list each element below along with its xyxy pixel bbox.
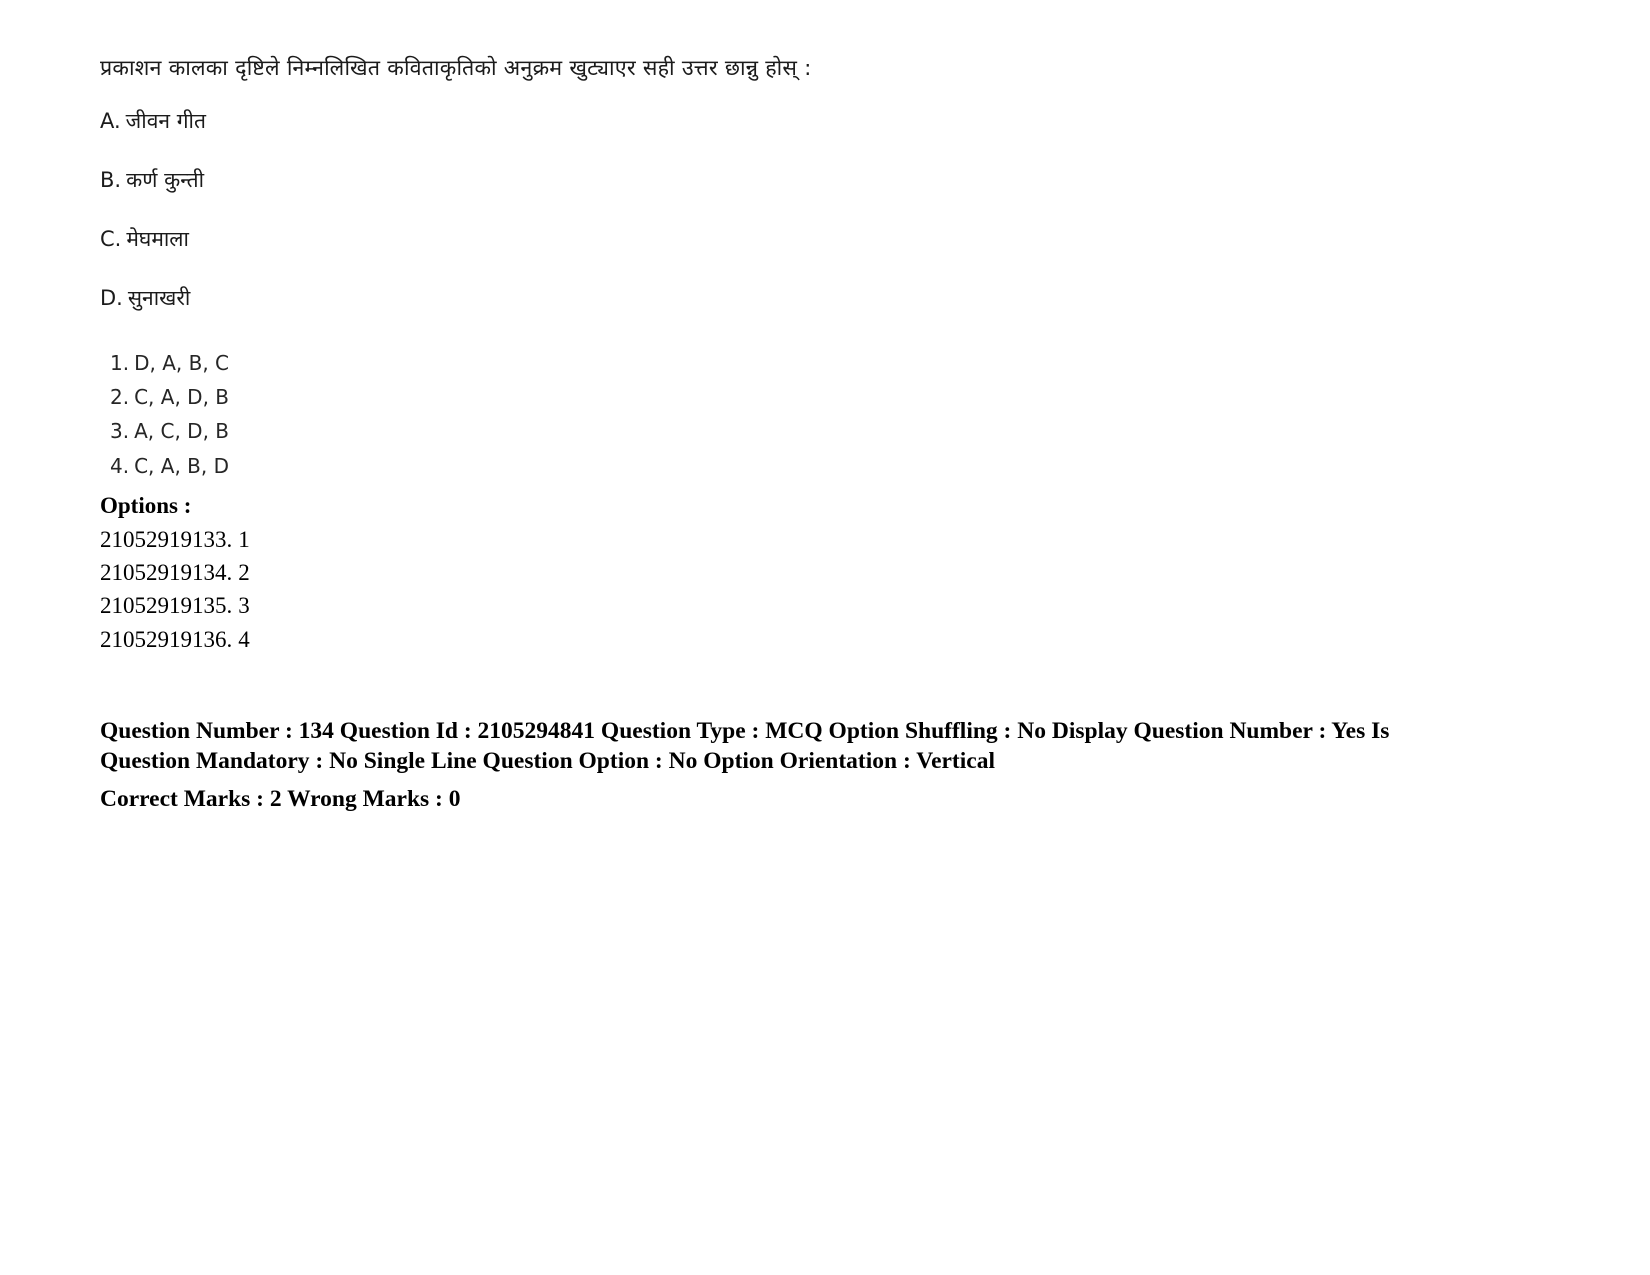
answer-choice-number-1: 1. — [110, 350, 130, 375]
answer-choice-4[interactable]: 4. C, A, B, D — [110, 449, 1550, 483]
statement-text-d: सुनाखरी — [127, 286, 191, 311]
option-id-3: 21052919135. — [100, 593, 233, 619]
option-id-list: 21052919133. 1 21052919134. 2 21052919135.… — [100, 523, 1550, 656]
answer-choice-3[interactable]: 3. A, C, D, B — [110, 414, 1550, 448]
statement-label-b: B. — [100, 168, 122, 193]
option-id-1: 21052919133. — [100, 526, 233, 552]
answer-choice-2[interactable]: 2. C, A, D, B — [110, 380, 1550, 414]
exam-question-page: प्रकाशन कालका दृष्टिले निम्नलिखित कविताक… — [0, 0, 1650, 1275]
answer-choice-text-1: D, A, B, C — [134, 350, 230, 375]
option-value-4: 4 — [238, 626, 250, 652]
statement-list: A. जीवन गीत B. कर्ण कुन्ती C. मेघमाला D. सुन… — [100, 109, 1550, 312]
statement-item-d: D. सुनाखरी — [100, 286, 1550, 311]
answer-choice-number-2: 2. — [110, 385, 130, 410]
option-id-4: 21052919136. — [100, 626, 233, 652]
answer-choice-text-3: A, C, D, B — [134, 419, 230, 444]
statement-label-d: D. — [100, 286, 123, 311]
answer-choice-text-4: C, A, B, D — [134, 453, 230, 478]
statement-item-b: B. कर्ण कुन्ती — [100, 168, 1550, 193]
option-id-item-4: 21052919136. 4 — [100, 623, 1550, 656]
statement-item-a: A. जीवन गीत — [100, 109, 1550, 134]
statement-label-a: A. — [100, 108, 121, 133]
question-metadata-line: Question Number : 134 Question Id : 2105… — [100, 717, 1390, 774]
question-metadata-block: Question Number : 134 Question Id : 2105… — [100, 716, 1550, 814]
option-value-3: 3 — [238, 593, 250, 619]
question-marks-line: Correct Marks : 2 Wrong Marks : 0 — [100, 786, 461, 813]
statement-item-c: C. मेघमाला — [100, 227, 1550, 252]
option-id-item-1: 21052919133. 1 — [100, 523, 1550, 556]
option-id-2: 21052919134. — [100, 559, 233, 585]
answer-choice-number-3: 3. — [110, 419, 130, 444]
option-id-item-2: 21052919134. 2 — [100, 556, 1550, 589]
options-heading: Options : — [100, 493, 192, 519]
answer-choice-1[interactable]: 1. D, A, B, C — [110, 346, 1550, 380]
option-id-item-3: 21052919135. 3 — [100, 589, 1550, 622]
answer-choice-text-2: C, A, D, B — [134, 385, 230, 410]
question-stem: प्रकाशन कालका दृष्टिले निम्नलिखित कविताक… — [100, 56, 812, 81]
statement-text-c: मेघमाला — [126, 227, 189, 252]
statement-text-a: जीवन गीत — [125, 108, 206, 133]
answer-choice-number-4: 4. — [110, 453, 130, 478]
statement-label-c: C. — [100, 227, 122, 252]
statement-text-b: कर्ण कुन्ती — [126, 168, 205, 193]
option-value-2: 2 — [238, 559, 250, 585]
answer-choice-list: 1. D, A, B, C 2. C, A, D, B 3. A, C, D, B 4… — [100, 346, 1550, 484]
option-value-1: 1 — [238, 526, 250, 552]
